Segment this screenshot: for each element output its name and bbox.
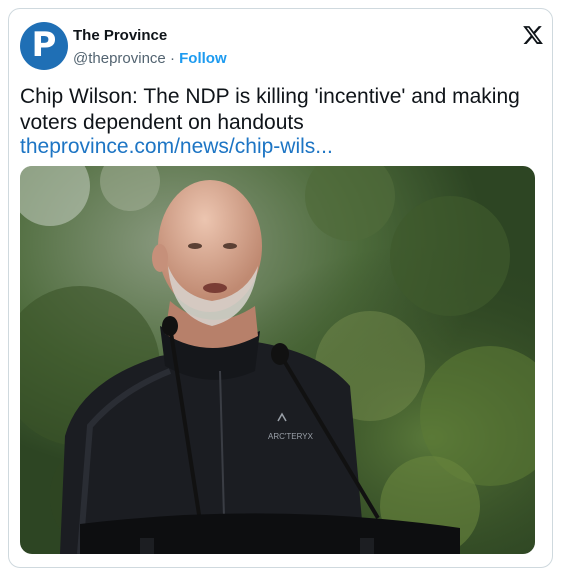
account-name[interactable]: The Province [73,27,167,44]
follow-button[interactable]: Follow [179,50,227,67]
tweet-photo[interactable]: ARC'TERYX [20,166,535,554]
tweet-text: Chip Wilson: The NDP is killing 'incenti… [20,85,520,134]
separator: · [169,50,175,67]
photo-illustration: ARC'TERYX [20,166,535,554]
avatar[interactable]: P [20,22,68,70]
account-handle[interactable]: @theprovince [73,50,166,67]
x-logo-icon[interactable] [522,24,544,46]
tweet-link[interactable]: theprovince.com/news/chip-wils... [20,134,333,160]
avatar-letter: P [31,25,57,65]
jacket-logo: ARC'TERYX [268,432,314,441]
handle-line: @theprovince · Follow [73,50,227,67]
